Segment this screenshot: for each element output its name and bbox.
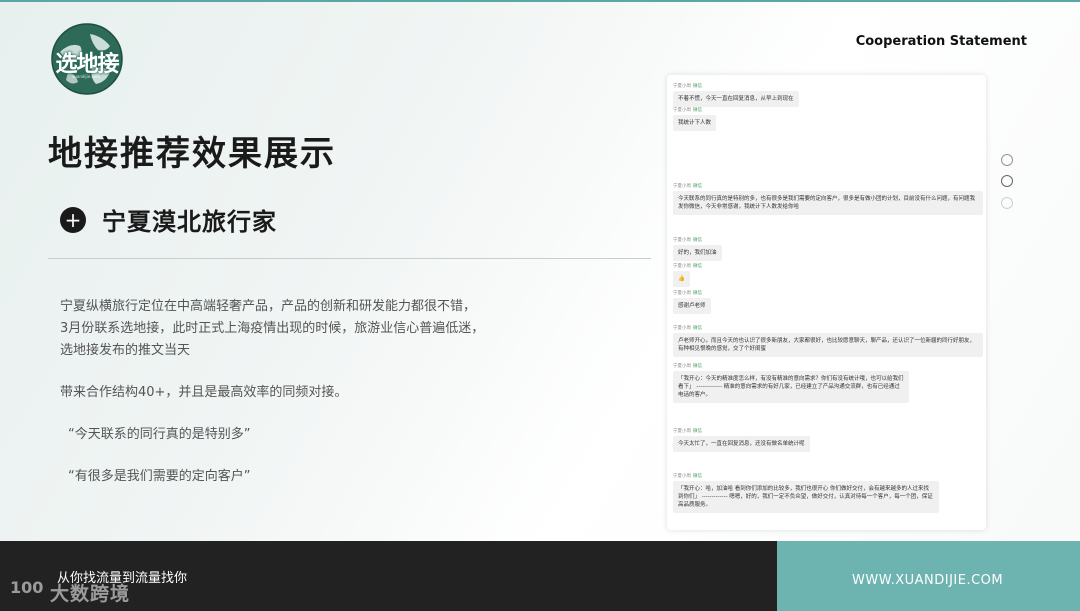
chat-message: 宁夏小周 微信 不着不慌，今天一直在回复消息，从早上到现在 xyxy=(673,83,799,107)
logo-subtext: xuandijie.com xyxy=(72,74,101,79)
chat-message: 宁夏小周 微信 「我开心：哈，加油哈 看到你们添加的比较多，我们也很开心 你们做好… xyxy=(673,473,939,513)
subtitle-row: + 宁夏漠北旅行家 xyxy=(60,202,277,237)
watermark-logo: 100 xyxy=(10,578,44,597)
brand-logo: 选地接 xuandijie.com xyxy=(50,22,124,96)
summary-line: 带来合作结构40+，并且是最高效率的同频对接。 xyxy=(60,385,348,400)
pagination-dot-active[interactable] xyxy=(1001,175,1013,187)
case-description: 宁夏纵横旅行定位在中高端轻奢产品，产品的创新和研发能力都很不错， 3月份联系选地… xyxy=(60,296,520,488)
paragraph-line: 3月份联系选地接，此时正式上海疫情出现的时候，旅游业信心普遍低迷， xyxy=(60,321,485,336)
watermark-text: 大数跨境 xyxy=(50,583,131,605)
paragraph-line: 选地接发布的推文当天 xyxy=(60,343,191,358)
top-accent-line xyxy=(0,0,1080,2)
section-divider xyxy=(48,258,651,259)
website-link[interactable]: WWW.XUANDIJIE.COM xyxy=(852,573,1003,588)
cooperation-statement: Cooperation Statement xyxy=(855,34,1027,49)
page-title: 地接推荐效果展示 xyxy=(48,134,336,174)
pagination-dot[interactable] xyxy=(1001,154,1013,166)
chat-message: 宁夏小周 微信 卢老师开心，而且今天的也认识了很多新朋友，大家都很好，也比较愿意聊… xyxy=(673,325,983,357)
plus-icon: + xyxy=(60,206,86,233)
chat-message: 宁夏小周 微信 今天太忙了，一直在回复消息，还没有做名单统计呢 xyxy=(673,428,810,452)
chat-message: 宁夏小周 微信 感谢卢老师 xyxy=(673,290,711,314)
chat-message: 宁夏小周 微信 今天联系的同行真的是特别的多，也有很多是我们需要的定向客户，很多是… xyxy=(673,183,983,215)
chat-message: 宁夏小周 微信 👍 xyxy=(673,263,702,287)
chat-message: 宁夏小周 微信 好的，我们加油 xyxy=(673,237,722,261)
chat-screenshot: 宁夏小周 微信 不着不慌，今天一直在回复消息，从早上到现在 宁夏小周 微信 我统计下… xyxy=(667,75,986,530)
paragraph-line: 宁夏纵横旅行定位在中高端轻奢产品，产品的创新和研发能力都很不错， xyxy=(60,299,477,314)
pagination-dot[interactable] xyxy=(1001,197,1013,209)
section-subtitle: 宁夏漠北旅行家 xyxy=(102,207,277,236)
quote-line: “今天联系的同行真的是特别多” xyxy=(68,427,251,442)
quote-line: “有很多是我们需要的定向客户” xyxy=(68,469,251,484)
chat-message: 宁夏小周 微信 我统计下人数 xyxy=(673,107,717,131)
chat-message: 宁夏小周 微信 「我开心：今天的精准度怎么样，有没有精准的意向需求？你们有没有统计… xyxy=(673,363,909,403)
